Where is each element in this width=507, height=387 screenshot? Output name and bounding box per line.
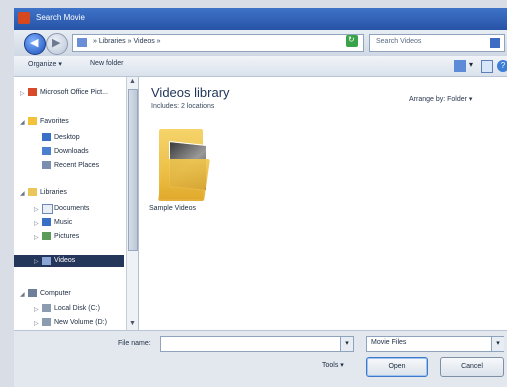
scrollbar-thumb[interactable] bbox=[128, 89, 138, 251]
cancel-button[interactable]: Cancel bbox=[440, 357, 504, 377]
views-dropdown-icon[interactable]: ▾ bbox=[469, 60, 473, 69]
file-name-input[interactable] bbox=[160, 336, 354, 352]
breadcrumb-text[interactable]: » Libraries » Videos » bbox=[93, 38, 161, 45]
open-button[interactable]: Open bbox=[366, 357, 428, 377]
dialog-footer: File name: ▾ Movie Files ▾ Tools ▾ Open … bbox=[14, 330, 507, 387]
libraries-icon bbox=[28, 188, 37, 196]
app-icon bbox=[18, 12, 30, 24]
forward-arrow-icon: ▶ bbox=[52, 37, 61, 49]
command-toolbar: Organize ▾ New folder ▾ ? bbox=[14, 56, 507, 77]
recent-places-icon bbox=[42, 161, 51, 169]
refresh-button[interactable]: ↻ bbox=[346, 35, 358, 47]
file-type-dropdown-icon[interactable]: ▾ bbox=[491, 337, 504, 351]
music-icon bbox=[42, 218, 51, 226]
file-type-value: Movie Files bbox=[371, 339, 407, 346]
sidebar-item-computer[interactable]: Computer bbox=[40, 290, 71, 297]
collapse-icon[interactable]: ◢ bbox=[20, 119, 25, 126]
folder-front bbox=[158, 159, 210, 201]
organize-button[interactable]: Organize ▾ bbox=[28, 60, 62, 68]
address-bar: ◀ ▶ » Libraries » Videos » ▾ ↻ Search Vi… bbox=[14, 30, 507, 56]
pictures-icon bbox=[42, 232, 51, 240]
breadcrumb[interactable]: » Libraries » Videos » ▾ bbox=[72, 34, 364, 52]
sidebar-item-documents[interactable]: Documents bbox=[54, 205, 89, 212]
new-folder-button[interactable]: New folder bbox=[90, 60, 123, 67]
expand-icon[interactable]: ▷ bbox=[34, 220, 39, 227]
sidebar-item-local-disk[interactable]: Local Disk (C:) bbox=[54, 305, 100, 312]
office-icon bbox=[28, 88, 37, 96]
sidebar-item-office[interactable]: Microsoft Office Pict... bbox=[40, 89, 108, 96]
expand-icon[interactable]: ▷ bbox=[34, 234, 39, 241]
expand-icon[interactable]: ▷ bbox=[34, 206, 39, 213]
sidebar-item-new-volume[interactable]: New Volume (D:) bbox=[54, 319, 107, 326]
search-placeholder: Search Videos bbox=[376, 38, 422, 45]
arrange-by-dropdown[interactable]: Arrange by: Folder ▾ bbox=[409, 95, 472, 103]
sidebar-item-recent-places[interactable]: Recent Places bbox=[54, 162, 99, 169]
sidebar-item-favorites[interactable]: Favorites bbox=[40, 118, 69, 125]
scroll-down-icon[interactable]: ▼ bbox=[129, 320, 136, 327]
scroll-up-icon[interactable]: ▲ bbox=[129, 78, 136, 85]
sidebar-scrollbar[interactable]: ▲ ▼ bbox=[126, 77, 138, 330]
expand-icon[interactable]: ▷ bbox=[20, 90, 25, 97]
refresh-icon: ↻ bbox=[348, 35, 355, 44]
search-icon[interactable] bbox=[490, 38, 500, 48]
sidebar-item-pictures[interactable]: Pictures bbox=[54, 233, 79, 240]
sidebar-item-downloads[interactable]: Downloads bbox=[54, 148, 89, 155]
library-title: Videos library bbox=[151, 85, 230, 100]
file-type-select[interactable]: Movie Files ▾ bbox=[366, 336, 504, 352]
sidebar-item-videos[interactable]: Videos bbox=[54, 257, 75, 264]
expand-icon[interactable]: ▷ bbox=[34, 306, 39, 313]
computer-icon bbox=[28, 289, 37, 297]
videos-icon bbox=[42, 257, 51, 265]
folder-icon bbox=[77, 38, 87, 47]
sidebar-item-videos-row[interactable]: ▷ Videos bbox=[14, 255, 124, 267]
forward-button[interactable]: ▶ bbox=[46, 33, 68, 55]
views-icon[interactable] bbox=[454, 60, 466, 72]
file-name-label: File name: bbox=[118, 340, 151, 347]
title-bar: Search Movie bbox=[14, 8, 507, 30]
sample-videos-folder[interactable] bbox=[158, 129, 210, 201]
file-name-dropdown-icon[interactable]: ▾ bbox=[340, 336, 354, 352]
navigation-pane: ▷ Microsoft Office Pict... ◢ Favorites D… bbox=[14, 77, 139, 330]
library-locations[interactable]: Includes: 2 locations bbox=[151, 103, 214, 110]
window-title: Search Movie bbox=[36, 13, 85, 22]
sidebar-item-music[interactable]: Music bbox=[54, 219, 72, 226]
documents-icon bbox=[42, 204, 53, 214]
back-button[interactable]: ◀ bbox=[24, 33, 46, 55]
back-arrow-icon: ◀ bbox=[30, 37, 39, 49]
collapse-icon[interactable]: ◢ bbox=[20, 291, 25, 298]
expand-icon[interactable]: ▷ bbox=[34, 258, 39, 265]
star-icon bbox=[28, 117, 37, 125]
preview-pane-icon[interactable] bbox=[481, 60, 493, 73]
collapse-icon[interactable]: ◢ bbox=[20, 190, 25, 197]
sidebar-item-desktop[interactable]: Desktop bbox=[54, 134, 80, 141]
sidebar-item-libraries[interactable]: Libraries bbox=[40, 189, 67, 196]
content-pane: Videos library Includes: 2 locations Arr… bbox=[139, 77, 507, 330]
help-icon[interactable]: ? bbox=[497, 60, 507, 72]
drive-icon bbox=[42, 304, 51, 312]
folder-label[interactable]: Sample Videos bbox=[149, 205, 196, 212]
search-input[interactable]: Search Videos bbox=[369, 34, 505, 52]
tools-button[interactable]: Tools ▾ bbox=[322, 361, 344, 369]
desktop-icon bbox=[42, 133, 51, 141]
downloads-icon bbox=[42, 147, 51, 155]
expand-icon[interactable]: ▷ bbox=[34, 320, 39, 327]
drive-icon bbox=[42, 318, 51, 326]
